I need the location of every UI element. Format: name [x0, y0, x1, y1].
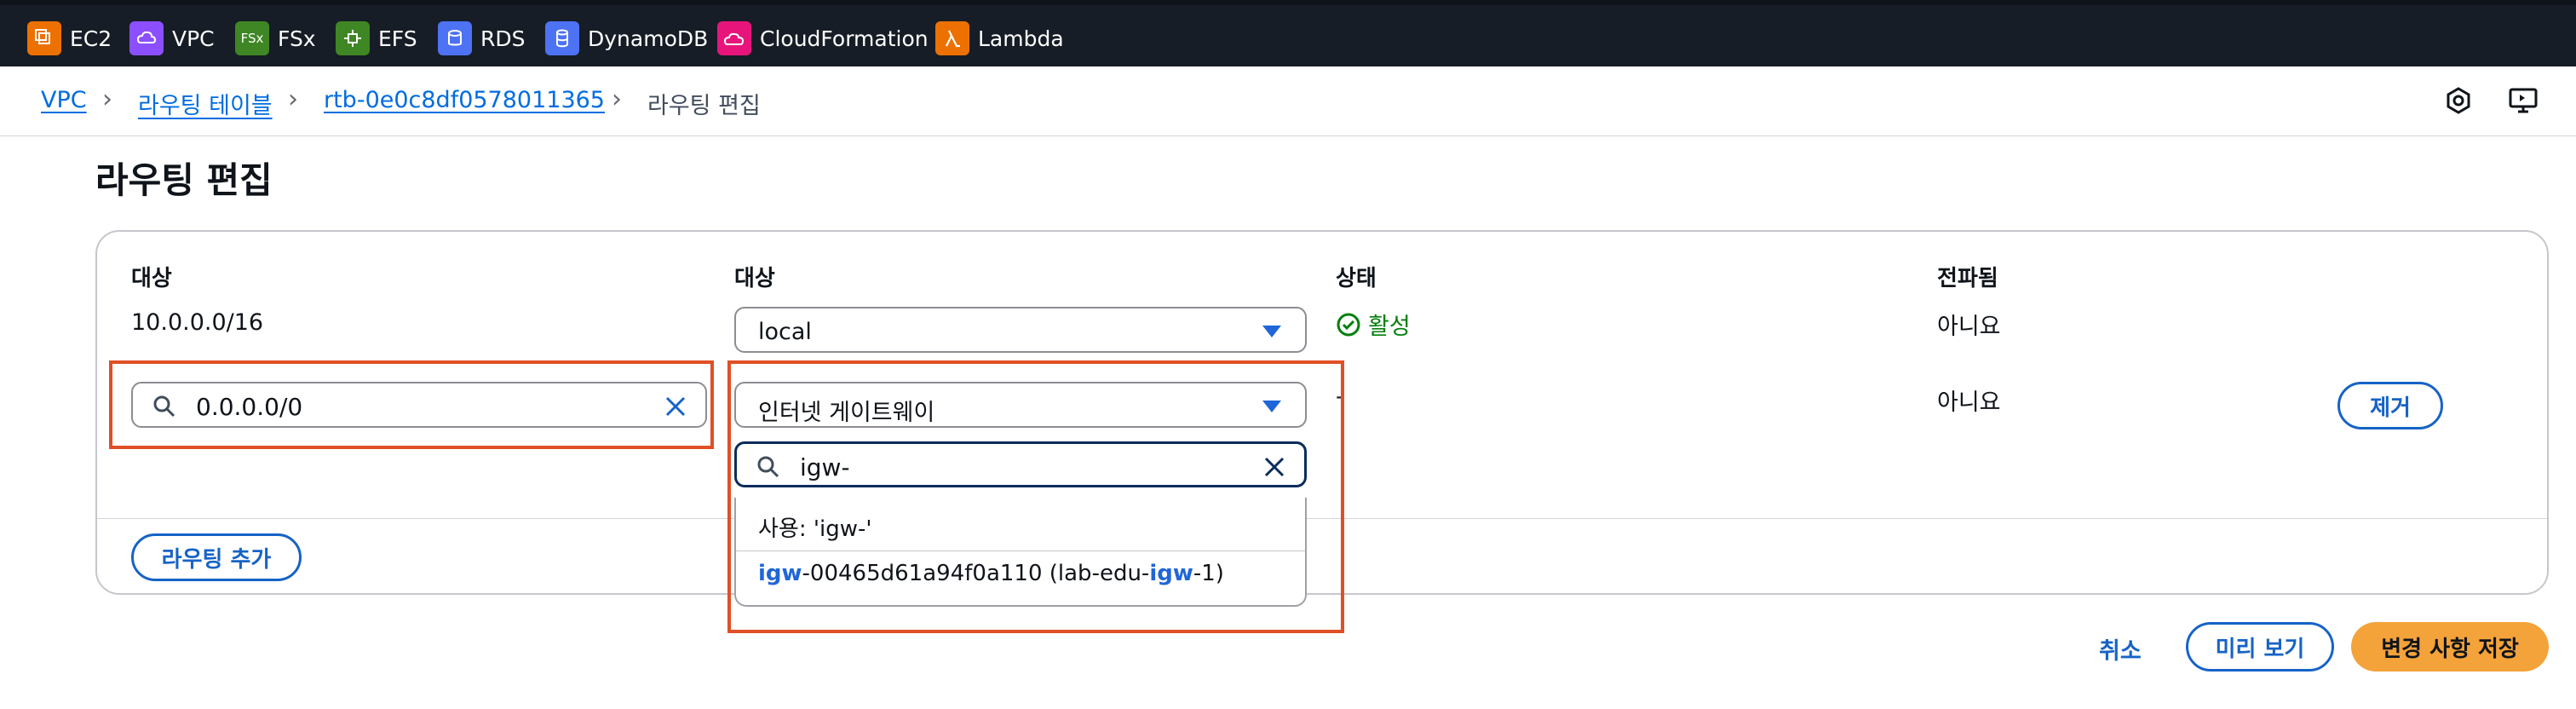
chevron-right-icon: › — [102, 84, 112, 114]
caret-down-icon — [1262, 326, 1281, 337]
chevron-right-icon: › — [288, 84, 298, 114]
row1-target-value: local — [758, 319, 812, 345]
row1-status: 활성 — [1336, 308, 1411, 341]
service-label: CloudFormation — [760, 26, 929, 51]
breadcrumb-rtb-id[interactable]: rtb-0e0c8df0578011365 — [324, 87, 605, 113]
remove-button[interactable]: 제거 — [2337, 382, 2443, 429]
fsx-icon-text: FSx — [240, 31, 264, 46]
add-route-label: 라우팅 추가 — [161, 546, 272, 573]
preview-button[interactable]: 미리 보기 — [2186, 622, 2334, 672]
service-dynamodb[interactable]: DynamoDB — [545, 20, 708, 57]
service-label: FSx — [278, 26, 316, 51]
row1-destination: 10.0.0.0/16 — [131, 309, 264, 336]
vpc-icon — [129, 21, 164, 55]
service-cloudformation[interactable]: CloudFormation — [717, 20, 929, 57]
check-circle-icon — [1337, 313, 1360, 336]
cancel-button[interactable]: 취소 — [2099, 632, 2142, 666]
service-lambda[interactable]: Lambda — [935, 20, 1064, 57]
dynamodb-icon — [545, 21, 579, 55]
remove-button-label: 제거 — [2370, 395, 2411, 421]
row1-target-select[interactable]: local — [734, 307, 1307, 353]
breadcrumb-route-tables[interactable]: 라우팅 테이블 — [138, 87, 273, 120]
efs-icon — [336, 21, 370, 55]
service-label: EC2 — [70, 26, 112, 51]
add-route-button[interactable]: 라우팅 추가 — [131, 533, 302, 581]
feedback-icon[interactable] — [2441, 84, 2475, 118]
service-efs[interactable]: EFS — [336, 20, 417, 57]
service-shortcut-bar: EC2 VPC FSx FSx EFS RDS DynamoDB CloudFo… — [0, 0, 2576, 66]
breadcrumb-current: 라우팅 편집 — [647, 93, 761, 119]
rds-icon — [438, 21, 472, 55]
column-header-status: 상태 — [1336, 266, 1377, 291]
service-label: Lambda — [978, 26, 1064, 51]
service-label: VPC — [172, 26, 215, 51]
page-title: 라우팅 편집 — [95, 159, 273, 201]
chevron-right-icon: › — [612, 84, 622, 114]
save-changes-button[interactable]: 변경 사항 저장 — [2351, 622, 2549, 672]
annotation-box — [727, 360, 1344, 633]
row1-status-text: 활성 — [1368, 314, 1411, 340]
save-button-label: 변경 사항 저장 — [2381, 636, 2519, 662]
fsx-icon: FSx — [235, 21, 269, 55]
row1-propagated: 아니요 — [1937, 314, 2001, 340]
service-vpc[interactable]: VPC — [129, 20, 215, 57]
service-label: EFS — [378, 26, 417, 51]
service-ec2[interactable]: EC2 — [27, 20, 112, 57]
annotation-box — [109, 360, 714, 449]
service-rds[interactable]: RDS — [438, 20, 526, 57]
column-header-propagated: 전파됨 — [1937, 266, 1998, 291]
service-fsx[interactable]: FSx FSx — [235, 20, 316, 57]
screen-share-icon[interactable] — [2506, 84, 2540, 118]
service-label: RDS — [480, 26, 526, 51]
lambda-icon — [935, 21, 969, 55]
preview-button-label: 미리 보기 — [2215, 636, 2305, 662]
row2-propagated: 아니요 — [1937, 389, 2001, 416]
service-label: DynamoDB — [588, 26, 709, 51]
ec2-icon — [27, 21, 61, 55]
cloudformation-icon — [717, 21, 751, 55]
breadcrumb-vpc[interactable]: VPC — [41, 87, 87, 113]
column-header-target: 대상 — [734, 266, 775, 291]
column-header-destination: 대상 — [131, 266, 172, 291]
